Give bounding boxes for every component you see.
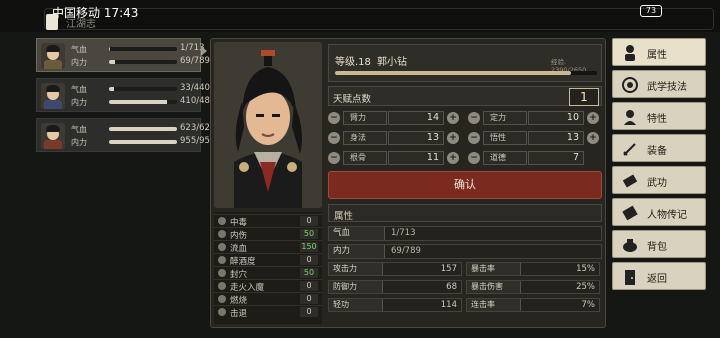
mp-value: 69/789 (180, 56, 210, 66)
attr-focus: − 定力 10 + (468, 110, 602, 126)
minus-icon[interactable]: − (328, 112, 340, 124)
drunk-icon (218, 256, 226, 264)
plus-icon[interactable]: + (587, 112, 599, 124)
menu-kungfu[interactable]: 武功 (612, 166, 706, 194)
book-icon (622, 205, 638, 221)
martial-arts-icon (622, 77, 638, 93)
mp-row: 内力 69/789 (328, 244, 602, 259)
plus-icon[interactable]: + (447, 112, 459, 124)
internal-injury-icon (218, 230, 226, 238)
poison-icon (218, 217, 226, 225)
minus-icon[interactable]: − (468, 152, 480, 164)
avatar (41, 83, 65, 109)
hp-value: 33/440 (180, 83, 210, 93)
mp-bar (109, 140, 177, 144)
seal-icon (218, 269, 226, 277)
minus-icon[interactable]: − (468, 112, 480, 124)
window-subtitle: 江湖志 (66, 19, 96, 30)
hp-label: 气血 (71, 125, 87, 134)
hero-name: 郭小钻 (377, 57, 407, 68)
stat-crit-rate: 暴击率 15% (466, 262, 600, 276)
talent-label: 天赋点数 (333, 94, 372, 105)
mp-bar (109, 100, 177, 104)
status-row: 封穴 50 (214, 266, 322, 280)
hp-bar (109, 127, 177, 131)
scroll-icon (622, 174, 638, 188)
attr-agility: − 身法 13 + (328, 130, 462, 146)
status-effects-panel: 中毒 0 内伤 50 流血 150 醉酒度 0 封穴 50 走火入魔 0 燃烧 0 击退 0 (214, 212, 322, 324)
status-row: 击退 0 (214, 305, 322, 319)
hp-label: 气血 (71, 45, 87, 54)
menu-traits[interactable]: 特性 (612, 102, 706, 130)
trait-icon (624, 110, 636, 125)
stat-attack: 攻击力 157 (328, 262, 462, 276)
status-row: 内伤 50 (214, 227, 322, 241)
party-member-3[interactable]: 气血 623/623 内力 955/955 (36, 118, 215, 152)
exp-bar (335, 71, 597, 75)
talent-points: 1 (569, 88, 599, 106)
sword-icon (623, 143, 636, 156)
menu-back[interactable]: 返回 (612, 262, 706, 290)
minus-icon[interactable]: − (468, 132, 480, 144)
stat-defense: 防御力 68 (328, 280, 462, 294)
party-member-2[interactable]: 气血 33/440 内力 410/480 (36, 78, 215, 112)
party-member-1[interactable]: 气血 1/713 内力 69/789 (36, 38, 210, 72)
status-row: 走火入魔 0 (214, 279, 322, 293)
hp-row: 气血 1/713 (328, 226, 602, 241)
plus-icon[interactable]: + (447, 132, 459, 144)
plus-icon[interactable]: + (587, 132, 599, 144)
avatar (41, 123, 65, 149)
status-row: 醉酒度 0 (214, 253, 322, 267)
hp-bar (109, 87, 177, 91)
attr-constitution: − 根骨 11 + (328, 150, 462, 166)
menu-attributes[interactable]: 属性 (612, 38, 706, 66)
selected-arrow-icon (201, 46, 207, 56)
mp-label: 内力 (71, 58, 87, 67)
person-icon (625, 45, 635, 61)
confirm-button[interactable]: 确认 (328, 171, 602, 199)
plus-icon[interactable]: + (447, 152, 459, 164)
avatar (41, 43, 65, 69)
door-icon (625, 270, 635, 285)
stat-lightness: 轻功 114 (328, 298, 462, 312)
burn-icon (218, 295, 226, 303)
hp-label: 气血 (71, 85, 87, 94)
bag-icon (623, 239, 637, 252)
title-bar (44, 8, 714, 30)
talent-points-row: 天赋点数 1 (328, 86, 602, 106)
status-row: 中毒 0 (214, 214, 322, 228)
stat-combo-rate: 连击率 7% (466, 298, 600, 312)
menu-biography[interactable]: 人物传记 (612, 198, 706, 226)
stat-crit-damage: 暴击伤害 25% (466, 280, 600, 294)
hero-portrait (214, 42, 322, 208)
level-box: 等级.18 郭小钻 经验. 2390/2650 (328, 44, 602, 82)
minus-icon[interactable]: − (328, 152, 340, 164)
attr-morality: − 道德 7 (468, 150, 602, 166)
knockback-icon (218, 308, 226, 316)
menu-martial-skills[interactable]: 武学技法 (612, 70, 706, 98)
properties-header: 属性 (328, 204, 602, 222)
hp-bar (109, 47, 177, 51)
mp-label: 内力 (71, 138, 87, 147)
menu-inventory[interactable]: 背包 (612, 230, 706, 258)
hero-level: 等级.18 (335, 57, 371, 68)
minus-icon[interactable]: − (328, 132, 340, 144)
menu-equipment[interactable]: 装备 (612, 134, 706, 162)
qi-deviation-icon (218, 282, 226, 290)
bleed-icon (218, 243, 226, 251)
battery-indicator: 73 (640, 5, 662, 17)
status-row: 流血 150 (214, 240, 322, 254)
attr-strength: − 臂力 14 + (328, 110, 462, 126)
mp-label: 内力 (71, 98, 87, 107)
attr-wisdom: − 悟性 13 + (468, 130, 602, 146)
mp-bar (109, 60, 177, 64)
status-row: 燃烧 0 (214, 292, 322, 306)
